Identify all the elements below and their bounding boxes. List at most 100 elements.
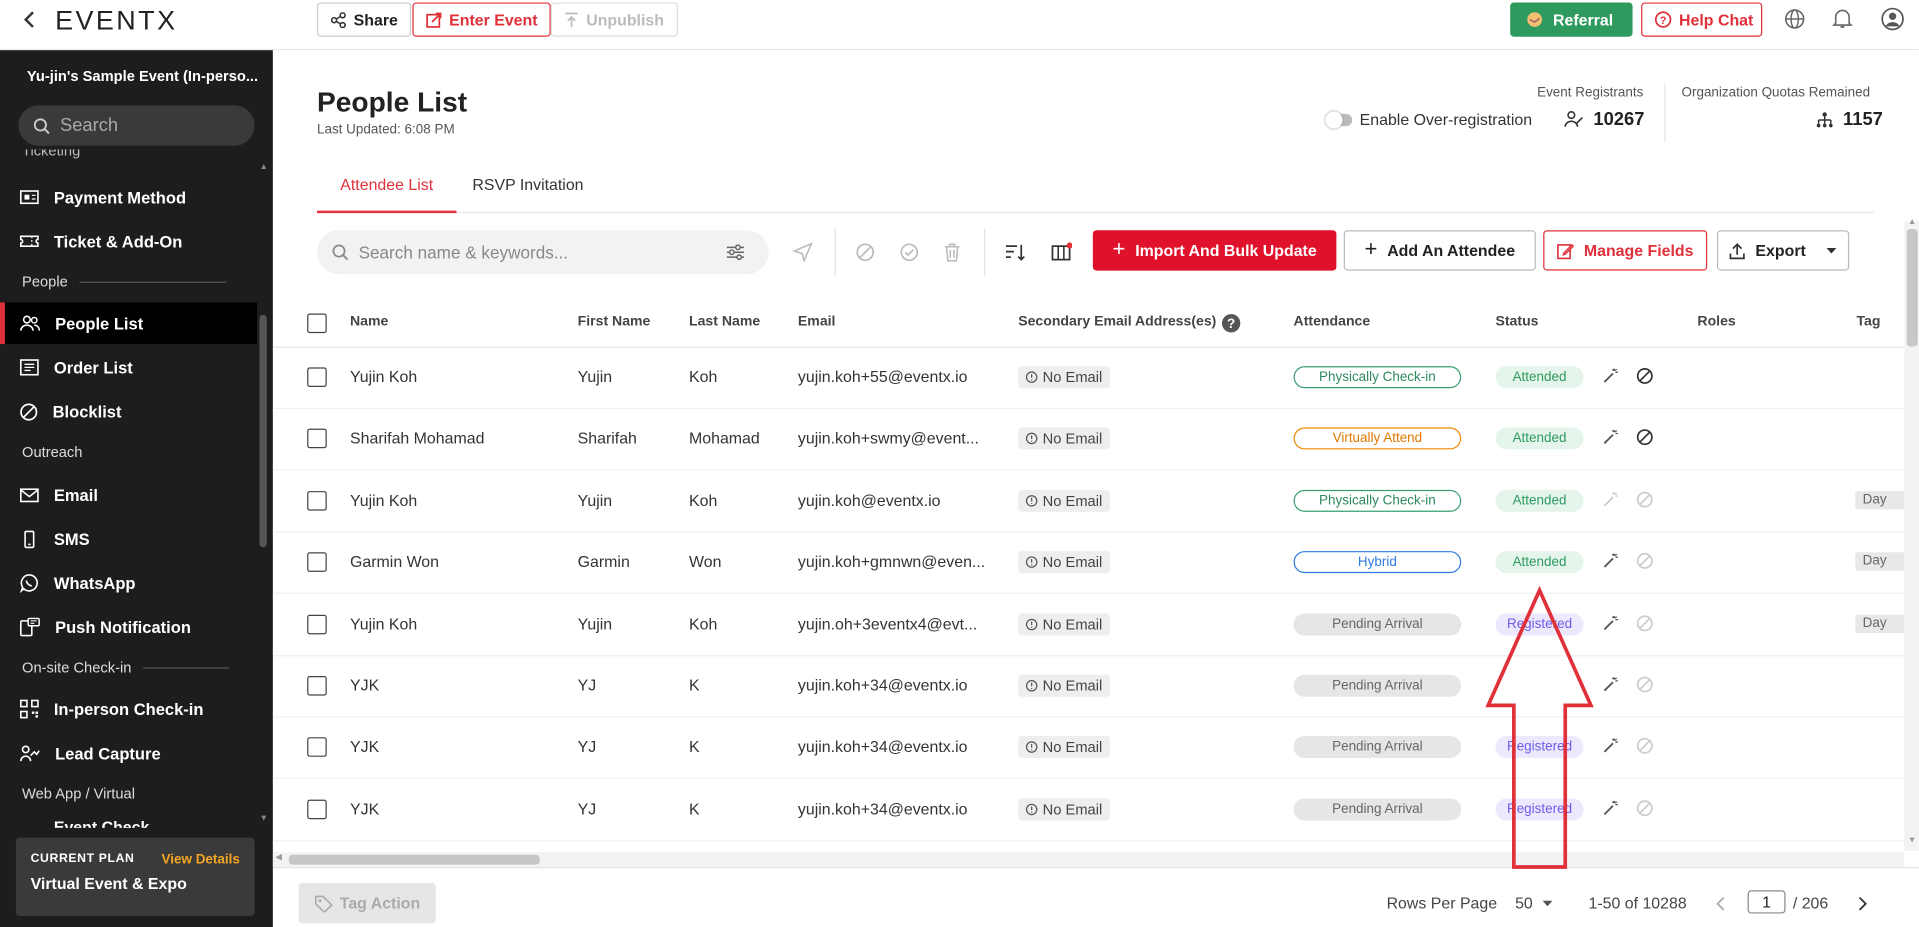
row-checkbox[interactable] xyxy=(307,429,327,449)
magic-wand-icon[interactable] xyxy=(1602,553,1619,570)
table-vertical-scrollbar[interactable]: ▲ ▼ xyxy=(1904,218,1919,852)
column-header-first-name[interactable]: First Name xyxy=(578,315,651,330)
sidebar-item-ticket-add-on[interactable]: Ticket & Add-On xyxy=(0,220,257,262)
sidebar-scrollbar[interactable]: ▲ ▼ xyxy=(258,163,268,824)
table-row[interactable]: YJK YJ K yujin.koh+34@eventx.io No Email… xyxy=(273,779,1904,840)
row-checkbox[interactable] xyxy=(307,490,327,511)
back-arrow-icon[interactable] xyxy=(21,10,38,30)
block-icon[interactable] xyxy=(1636,738,1653,755)
cell-name[interactable]: Garmin Won xyxy=(350,553,570,571)
check-circle-icon[interactable] xyxy=(899,242,919,262)
block-icon[interactable] xyxy=(1636,614,1653,631)
sidebar-item-sms[interactable]: SMS xyxy=(0,518,257,560)
row-checkbox[interactable] xyxy=(307,552,327,573)
tab-attendee-list[interactable]: Attendee List xyxy=(316,175,457,214)
tab-rsvp-invitation[interactable]: RSVP Invitation xyxy=(472,175,583,193)
next-page-icon[interactable] xyxy=(1858,896,1868,911)
scroll-down-icon[interactable]: ▼ xyxy=(259,814,267,823)
column-header-email[interactable]: Email xyxy=(798,315,836,330)
eventx-logo[interactable]: EVENTX xyxy=(55,5,177,37)
sidebar-item-lead-capture[interactable]: Lead Capture xyxy=(0,732,257,774)
magic-wand-icon[interactable] xyxy=(1602,491,1619,508)
scroll-up-icon[interactable]: ▲ xyxy=(1908,218,1916,227)
sort-icon[interactable] xyxy=(1005,242,1026,262)
sidebar-item-payment-method[interactable]: Payment Method xyxy=(0,176,257,218)
sidebar-item-whatsapp[interactable]: WhatsApp xyxy=(0,562,257,604)
table-row[interactable]: YJK YJ K yujin.koh+34@eventx.io No Email… xyxy=(273,717,1904,778)
tag-action-button[interactable]: Tag Action xyxy=(298,882,436,924)
magic-wand-icon[interactable] xyxy=(1602,614,1619,631)
row-checkbox[interactable] xyxy=(307,799,327,820)
magic-wand-icon[interactable] xyxy=(1602,367,1619,384)
bell-icon[interactable] xyxy=(1832,7,1853,29)
column-header-status[interactable]: Status xyxy=(1495,315,1538,330)
manage-fields-button[interactable]: Manage Fields xyxy=(1543,230,1708,271)
row-checkbox[interactable] xyxy=(307,614,327,634)
block-icon[interactable] xyxy=(1636,367,1653,384)
magic-wand-icon[interactable] xyxy=(1602,738,1619,755)
cell-name[interactable]: Sharifah Mohamad xyxy=(350,429,570,447)
sidebar-item-order-list[interactable]: Order List xyxy=(0,347,257,389)
export-dropdown-button[interactable]: Export xyxy=(1716,230,1850,271)
row-checkbox[interactable] xyxy=(307,367,327,387)
attendee-search-input[interactable]: Search name & keywords... xyxy=(316,230,769,275)
add-attendee-button[interactable]: + Add An Attendee xyxy=(1343,230,1536,271)
user-avatar-icon[interactable] xyxy=(1881,7,1904,31)
block-icon[interactable] xyxy=(1636,491,1653,508)
send-icon[interactable] xyxy=(793,242,813,263)
block-icon[interactable] xyxy=(1636,553,1653,570)
page-number-input[interactable]: 1 xyxy=(1747,890,1786,914)
table-row[interactable]: Yujin Koh Yujin Koh yujin.oh+3eventx4@ev… xyxy=(273,593,1919,654)
table-row[interactable]: YJK YJ K yujin.koh+34@eventx.io No Email… xyxy=(273,655,1904,716)
sidebar-item-email[interactable]: Email xyxy=(0,474,257,516)
columns-icon[interactable] xyxy=(1051,242,1073,262)
magic-wand-icon[interactable] xyxy=(1602,676,1619,693)
filter-sliders-icon[interactable] xyxy=(726,244,746,261)
table-row[interactable]: Yujin Koh Yujin Koh yujin.koh@eventx.io … xyxy=(273,470,1919,531)
column-header-name[interactable]: Name xyxy=(350,315,388,330)
scrollbar-thumb[interactable] xyxy=(288,854,540,865)
column-header-last-name[interactable]: Last Name xyxy=(689,315,760,330)
disable-icon[interactable] xyxy=(855,242,875,262)
table-row[interactable]: Sharifah Mohamad Sharifah Mohamad yujin.… xyxy=(273,408,1904,469)
scrollbar-thumb[interactable] xyxy=(1906,229,1918,347)
cell-name[interactable]: Yujin Koh xyxy=(350,367,570,385)
view-details-link[interactable]: View Details xyxy=(162,852,240,867)
rows-per-page-select[interactable]: 50 xyxy=(1515,894,1554,912)
import-bulk-update-button[interactable]: + Import And Bulk Update xyxy=(1092,230,1337,271)
sidebar-search-input[interactable]: Search xyxy=(18,105,255,146)
prev-page-icon[interactable] xyxy=(1716,896,1726,911)
column-header-secondary-email[interactable]: Secondary Email Address(es) xyxy=(1018,315,1216,330)
column-header-attendance[interactable]: Attendance xyxy=(1294,315,1371,330)
cell-name[interactable]: YJK xyxy=(350,738,570,756)
row-checkbox[interactable] xyxy=(307,675,327,696)
cell-name[interactable]: Yujin Koh xyxy=(350,491,570,509)
scroll-up-icon[interactable]: ▲ xyxy=(259,163,267,172)
scroll-left-icon[interactable]: ◀ xyxy=(275,852,282,863)
magic-wand-icon[interactable] xyxy=(1602,429,1619,446)
row-checkbox[interactable] xyxy=(307,737,327,758)
share-button[interactable]: Share xyxy=(316,2,412,37)
select-all-checkbox[interactable] xyxy=(307,313,327,334)
column-header-roles[interactable]: Roles xyxy=(1697,315,1735,330)
table-row[interactable]: Garmin Won Garmin Won yujin.koh+gmnwn@ev… xyxy=(273,532,1919,593)
block-icon[interactable] xyxy=(1636,799,1653,816)
over-registration-toggle[interactable] xyxy=(1325,110,1353,128)
column-header-tag[interactable]: Tag xyxy=(1857,315,1881,330)
cell-name[interactable]: YJK xyxy=(350,676,570,694)
help-chat-button[interactable]: ? Help Chat xyxy=(1641,2,1763,37)
referral-button[interactable]: Referral xyxy=(1510,2,1633,37)
table-row[interactable]: Yujin Koh Yujin Koh yujin.koh+55@eventx.… xyxy=(273,347,1904,408)
cell-name[interactable]: Yujin Koh xyxy=(350,614,570,632)
table-horizontal-scrollbar[interactable]: ◀ xyxy=(272,852,1905,868)
scroll-down-icon[interactable]: ▼ xyxy=(1908,836,1916,845)
sidebar-item-people-list[interactable]: People List xyxy=(0,302,257,345)
block-icon[interactable] xyxy=(1636,429,1653,446)
magic-wand-icon[interactable] xyxy=(1602,799,1619,816)
help-tooltip-icon[interactable]: ? xyxy=(1221,313,1241,333)
sidebar-item-in-person-check-in[interactable]: In-person Check-in xyxy=(0,688,257,730)
block-icon[interactable] xyxy=(1636,676,1653,693)
cell-name[interactable]: YJK xyxy=(350,799,570,817)
unpublish-button[interactable]: Unpublish xyxy=(550,2,678,37)
sidebar-item-push-notification[interactable]: Push Notification xyxy=(0,606,257,648)
